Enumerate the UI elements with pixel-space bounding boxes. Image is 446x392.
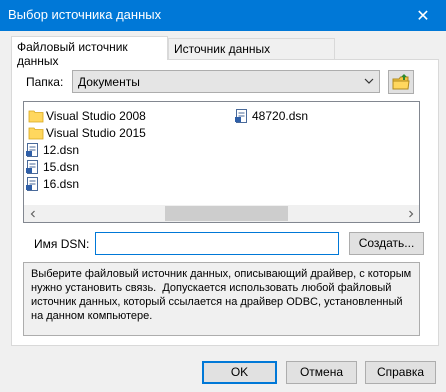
file-name: 16.dsn <box>43 177 80 191</box>
description-box: Выберите файловый источник данных, описы… <box>23 262 420 336</box>
ok-button[interactable]: OK <box>202 361 277 384</box>
scroll-left-icon[interactable] <box>24 205 41 222</box>
horizontal-scrollbar[interactable] <box>24 205 419 222</box>
window-title: Выбор источника данных <box>8 7 162 22</box>
chevron-down-icon <box>363 73 375 93</box>
folder-up-button[interactable] <box>388 70 414 94</box>
dialog-window: Выбор источника данных ✕ Файловый источн… <box>0 0 446 392</box>
folder-label: Папка: <box>26 75 64 89</box>
folder-up-icon <box>389 74 413 96</box>
folder-dropdown-value: Документы <box>78 75 140 89</box>
cancel-button[interactable]: Отмена <box>286 361 357 384</box>
dsn-file-icon <box>25 176 41 192</box>
file-name: 12.dsn <box>43 143 80 157</box>
dsn-file-icon <box>25 159 41 175</box>
tab-machine-dsn[interactable]: Источник данных компьютера <box>168 38 335 70</box>
description-text: Выберите файловый источник данных, описы… <box>31 268 415 322</box>
scrollbar-thumb[interactable] <box>165 206 288 221</box>
list-item[interactable]: Visual Studio 2008 <box>28 108 146 124</box>
close-icon[interactable]: ✕ <box>400 0 446 31</box>
folder-icon <box>28 125 44 141</box>
tab-file-dsn[interactable]: Файловый источник данных <box>11 36 168 68</box>
dsn-name-input[interactable] <box>95 232 339 255</box>
file-list[interactable]: Visual Studio 2008 Visual Studio 2015 12… <box>23 101 420 223</box>
list-item[interactable]: 15.dsn <box>25 159 79 175</box>
scroll-right-icon[interactable] <box>402 205 419 222</box>
file-name: 48720.dsn <box>252 109 309 123</box>
list-item[interactable]: 48720.dsn <box>234 108 308 124</box>
title-bar[interactable]: Выбор источника данных ✕ <box>0 0 446 31</box>
help-button[interactable]: Справка <box>365 361 436 384</box>
file-name: Visual Studio 2015 <box>46 126 146 140</box>
dsn-name-label: Имя DSN: <box>34 237 90 251</box>
list-item[interactable]: 16.dsn <box>25 176 79 192</box>
folder-dropdown[interactable]: Документы <box>72 70 380 93</box>
list-item[interactable]: 12.dsn <box>25 142 79 158</box>
dsn-file-icon <box>25 142 41 158</box>
list-item[interactable]: Visual Studio 2015 <box>28 125 146 141</box>
dsn-file-icon <box>234 108 250 124</box>
file-name: 15.dsn <box>43 160 80 174</box>
create-button[interactable]: Создать... <box>349 232 424 255</box>
folder-icon <box>28 108 44 124</box>
file-name: Visual Studio 2008 <box>46 109 146 123</box>
